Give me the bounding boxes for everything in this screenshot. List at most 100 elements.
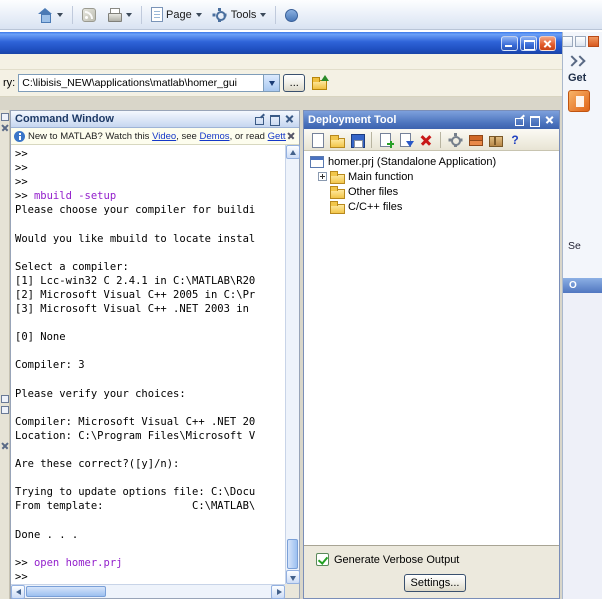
current-directory-value: C:\libisis_NEW\applications\matlab\homer… [19,77,263,89]
deployment-tool-panel: Deployment Tool ? homer.prj (Standalone … [303,110,560,599]
tools-icon [212,7,228,23]
maximize-icon[interactable] [269,114,280,125]
command-output[interactable]: >>>>>>>> mbuild -setupPlease choose your… [11,145,285,584]
vertical-scrollbar[interactable] [285,145,299,584]
dock-icon[interactable] [1,406,9,414]
scroll-up-button[interactable] [286,145,300,159]
toolbar-separator [371,132,372,148]
feeds-button[interactable] [77,4,101,25]
restore-icon[interactable] [1,395,9,403]
minimize-button[interactable] [501,36,518,51]
vertical-scroll-thumb[interactable] [287,539,298,569]
scroll-right-button[interactable] [271,585,285,599]
command-window-titlebar[interactable]: Command Window [11,111,299,128]
toolbar-separator [72,6,73,24]
settings-icon[interactable] [447,132,463,148]
settings-button[interactable]: Settings... [404,574,466,592]
command-line: Trying to update options file: C:\Docu [15,485,285,499]
window-titlebar[interactable] [0,32,562,54]
save-project-icon[interactable] [349,132,365,148]
tree-root-label: homer.prj (Standalone Application) [328,156,496,168]
banner-close-icon[interactable] [286,131,296,141]
help-button[interactable] [280,5,303,25]
maximize-button[interactable] [520,36,537,51]
tree-item[interactable]: C/C++ files [310,199,559,214]
add-file-icon[interactable] [378,132,394,148]
home-button[interactable] [32,4,68,26]
close-icon[interactable] [544,115,555,126]
undock-icon[interactable] [1,113,9,121]
banner-link[interactable]: Getti [268,131,286,142]
dropdown-caret-icon [126,13,132,17]
close-icon[interactable] [284,114,295,125]
deployment-tool-titlebar[interactable]: Deployment Tool [304,111,559,129]
package-icon[interactable] [487,132,503,148]
new-project-icon[interactable] [309,132,325,148]
home-icon [37,7,53,23]
up-folder-icon[interactable] [311,75,329,91]
print-button[interactable] [101,4,137,26]
dropdown-caret-icon [196,13,202,17]
banner-link[interactable]: Video [152,131,176,142]
tree-item-label: Other files [348,186,398,198]
getting-started-icon[interactable] [568,90,590,112]
combo-dropdown-button[interactable] [263,75,279,91]
tools-label: Tools [231,9,257,21]
current-directory-combo[interactable]: C:\libisis_NEW\applications\matlab\homer… [18,74,280,92]
page-button[interactable]: Page [146,4,207,25]
command-line: [0] None [15,330,285,344]
maximize-icon[interactable] [575,36,586,47]
close-button[interactable] [539,36,556,51]
horizontal-scroll-thumb[interactable] [26,586,106,597]
remove-file-icon[interactable] [418,132,434,148]
tree-item[interactable]: Main function [310,169,559,184]
tree-root[interactable]: homer.prj (Standalone Application) [310,154,559,169]
maximize-icon[interactable] [529,115,540,126]
undock-icon[interactable] [254,114,265,125]
command-line: Compiler: Microsoft Visual C++ .NET 20 [15,415,285,429]
command-line [15,471,285,485]
scroll-down-button[interactable] [286,570,300,584]
close-icon[interactable] [1,442,9,450]
command-line [15,401,285,415]
banner-link[interactable]: Demos [199,131,229,142]
page-icon [151,7,163,22]
verbose-option[interactable]: Generate Verbose Output [316,553,459,566]
print-icon [106,7,122,23]
help-icon[interactable]: ? [507,132,523,148]
build-icon[interactable] [467,132,483,148]
tree-expander-icon[interactable] [318,172,327,181]
verbose-checkbox[interactable] [316,553,329,566]
project-tree[interactable]: homer.prj (Standalone Application) Main … [304,151,559,546]
folder-icon [330,186,344,198]
tree-item-label: Main function [348,171,413,183]
import-file-icon[interactable] [398,132,414,148]
browser-toolbar-items: Page Tools [0,0,602,29]
browser-command-bar: Page Tools [0,0,602,30]
feeds-icon [82,8,96,22]
close-icon[interactable] [588,36,599,47]
banner-text-segment: , or read [230,131,268,142]
browse-button[interactable]: ... [283,74,305,92]
tree-item-label: C/C++ files [348,201,402,213]
banner-text-segment: New to MATLAB? Watch this [28,131,152,142]
right-panel-se-label: Se [568,240,581,252]
up-arrow-icon [321,75,329,81]
project-icon [310,156,324,168]
command-line [15,443,285,457]
scrollbar-corner [285,584,299,598]
tree-item[interactable]: Other files [310,184,559,199]
horizontal-scrollbar[interactable] [11,584,285,598]
scroll-left-button[interactable] [11,585,25,599]
banner-text: New to MATLAB? Watch this Video, see Dem… [28,131,286,142]
chevron-right-icon[interactable] [568,56,588,66]
command-line [15,373,285,387]
tools-button[interactable]: Tools [207,4,272,26]
minimize-icon[interactable] [562,36,573,47]
close-icon[interactable] [1,124,9,132]
command-line: [1] Lcc-win32 C 2.4.1 in C:\MATLAB\R20 [15,274,285,288]
info-icon [14,131,25,142]
open-project-icon[interactable] [329,132,345,148]
command-line: Are these correct?([y]/n): [15,457,285,471]
undock-icon[interactable] [514,115,525,126]
